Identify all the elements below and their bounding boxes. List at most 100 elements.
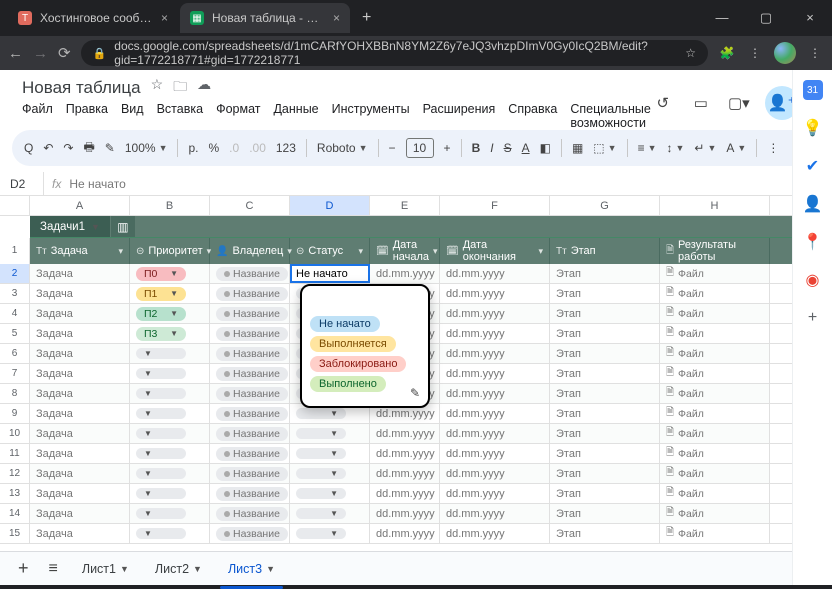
- file-chip[interactable]: Файл: [666, 505, 704, 522]
- menu-item[interactable]: Инструменты: [332, 102, 410, 130]
- status-chip[interactable]: ▼: [296, 448, 346, 459]
- url-field[interactable]: 🔒 docs.google.com/spreadsheets/d/1mCARfY…: [81, 40, 708, 66]
- file-chip[interactable]: Файл: [666, 325, 704, 342]
- fill-color-button[interactable]: ◧: [540, 141, 551, 155]
- status-chip[interactable]: ▼: [296, 468, 346, 479]
- menu-item[interactable]: Справка: [508, 102, 557, 130]
- increase-decimal-button[interactable]: .00: [249, 141, 266, 155]
- minimize-button[interactable]: —: [700, 10, 744, 26]
- cell-status[interactable]: ▼: [290, 464, 370, 483]
- cell-stage[interactable]: Этап: [550, 264, 660, 283]
- cell-end-date[interactable]: dd.mm.yyyy: [440, 344, 550, 363]
- all-sheets-button[interactable]: ≡: [41, 560, 66, 578]
- owner-chip[interactable]: Название: [216, 267, 288, 281]
- cell-end-date[interactable]: dd.mm.yyyy: [440, 524, 550, 543]
- close-icon[interactable]: ×: [161, 11, 168, 25]
- priority-chip[interactable]: ▼: [136, 448, 186, 459]
- column-header[interactable]: G: [550, 196, 660, 215]
- cell-stage[interactable]: Этап: [550, 504, 660, 523]
- zoom-select[interactable]: 100%▼: [125, 141, 168, 155]
- wrap-button[interactable]: ↵▼: [694, 141, 716, 155]
- col-start[interactable]: 🗓Дата начала▾: [370, 238, 440, 264]
- extension-icon[interactable]: ⋮: [746, 46, 764, 60]
- cell-start-date[interactable]: dd.mm.yyyy: [370, 424, 440, 443]
- cell-end-date[interactable]: dd.mm.yyyy: [440, 424, 550, 443]
- col-task[interactable]: TᴛЗадача▾: [30, 238, 130, 264]
- cell-owner[interactable]: Название: [210, 364, 290, 383]
- cell-priority[interactable]: П1▼: [130, 284, 210, 303]
- cell-status[interactable]: ▼: [290, 484, 370, 503]
- row-number[interactable]: 7: [0, 364, 30, 383]
- table-tab[interactable]: Задачи1▼: [30, 216, 110, 237]
- cell-results[interactable]: Файл: [660, 424, 770, 443]
- font-size-input[interactable]: 10: [406, 138, 434, 158]
- cell-status[interactable]: ▼: [290, 424, 370, 443]
- cloud-icon[interactable]: ☁: [197, 76, 211, 100]
- cell-stage[interactable]: Этап: [550, 424, 660, 443]
- percent-button[interactable]: %: [209, 141, 220, 155]
- cell-results[interactable]: Файл: [660, 344, 770, 363]
- cell-stage[interactable]: Этап: [550, 324, 660, 343]
- cell-priority[interactable]: ▼: [130, 524, 210, 543]
- cell-end-date[interactable]: dd.mm.yyyy: [440, 484, 550, 503]
- owner-chip[interactable]: Название: [216, 487, 288, 501]
- owner-chip[interactable]: Название: [216, 387, 288, 401]
- file-chip[interactable]: Файл: [666, 425, 704, 442]
- cell-owner[interactable]: Название: [210, 264, 290, 283]
- priority-chip[interactable]: П0▼: [136, 267, 186, 281]
- status-chip[interactable]: ▼: [296, 528, 346, 539]
- status-chip[interactable]: ▼: [296, 408, 346, 419]
- table-view-button[interactable]: ▥: [111, 216, 135, 237]
- priority-chip[interactable]: ▼: [136, 468, 186, 479]
- priority-chip[interactable]: ▼: [136, 488, 186, 499]
- contacts-icon[interactable]: 👤: [803, 194, 823, 214]
- undo-button[interactable]: ↶: [43, 141, 53, 155]
- cell-results[interactable]: Файл: [660, 404, 770, 423]
- cell-start-date[interactable]: dd.mm.yyyy: [370, 524, 440, 543]
- cell-owner[interactable]: Название: [210, 484, 290, 503]
- number-format-button[interactable]: 123: [276, 141, 296, 155]
- chevron-down-icon[interactable]: ▼: [266, 564, 275, 574]
- menu-item[interactable]: Расширения: [423, 102, 496, 130]
- rotate-button[interactable]: A▼: [726, 141, 746, 155]
- cell-start-date[interactable]: dd.mm.yyyy: [370, 484, 440, 503]
- file-chip[interactable]: Файл: [666, 385, 704, 402]
- status-chip[interactable]: ▼: [296, 508, 346, 519]
- cell-stage[interactable]: Этап: [550, 384, 660, 403]
- cell-owner[interactable]: Название: [210, 444, 290, 463]
- row-number[interactable]: 6: [0, 344, 30, 363]
- cell-results[interactable]: Файл: [660, 444, 770, 463]
- cell-owner[interactable]: Название: [210, 324, 290, 343]
- browser-tab-active[interactable]: ▦ Новая таблица - Google Табл ×: [180, 3, 350, 33]
- cell-results[interactable]: Файл: [660, 264, 770, 283]
- cell-stage[interactable]: Этап: [550, 404, 660, 423]
- history-button[interactable]: ↺: [651, 91, 675, 115]
- valign-button[interactable]: ↕▼: [667, 141, 685, 155]
- menu-item[interactable]: Файл: [22, 102, 53, 130]
- file-chip[interactable]: Файл: [666, 345, 704, 362]
- cell-priority[interactable]: П3▼: [130, 324, 210, 343]
- borders-button[interactable]: ▦: [572, 141, 583, 155]
- col-owner[interactable]: 👤Владелец▾: [210, 238, 290, 264]
- column-header[interactable]: H: [660, 196, 770, 215]
- row-number[interactable]: 15: [0, 524, 30, 543]
- close-icon[interactable]: ×: [333, 11, 340, 25]
- cell-owner[interactable]: Название: [210, 404, 290, 423]
- document-title[interactable]: Новая таблица: [22, 78, 141, 98]
- maximize-button[interactable]: ▢: [744, 10, 788, 26]
- cell-priority[interactable]: ▼: [130, 344, 210, 363]
- priority-chip[interactable]: П3▼: [136, 327, 186, 341]
- row-number[interactable]: 14: [0, 504, 30, 523]
- row-number[interactable]: 3: [0, 284, 30, 303]
- cell-start-date[interactable]: dd.mm.yyyy: [370, 264, 440, 283]
- calendar-icon[interactable]: 31: [803, 80, 823, 100]
- cell-priority[interactable]: ▼: [130, 464, 210, 483]
- owner-chip[interactable]: Название: [216, 447, 288, 461]
- decrease-decimal-button[interactable]: .0: [229, 141, 239, 155]
- formula-value[interactable]: Не начато: [69, 177, 125, 191]
- row-number[interactable]: 10: [0, 424, 30, 443]
- file-chip[interactable]: Файл: [666, 285, 704, 302]
- column-header[interactable]: E: [370, 196, 440, 215]
- forward-button[interactable]: →: [33, 45, 48, 62]
- cell-status[interactable]: ▼: [290, 504, 370, 523]
